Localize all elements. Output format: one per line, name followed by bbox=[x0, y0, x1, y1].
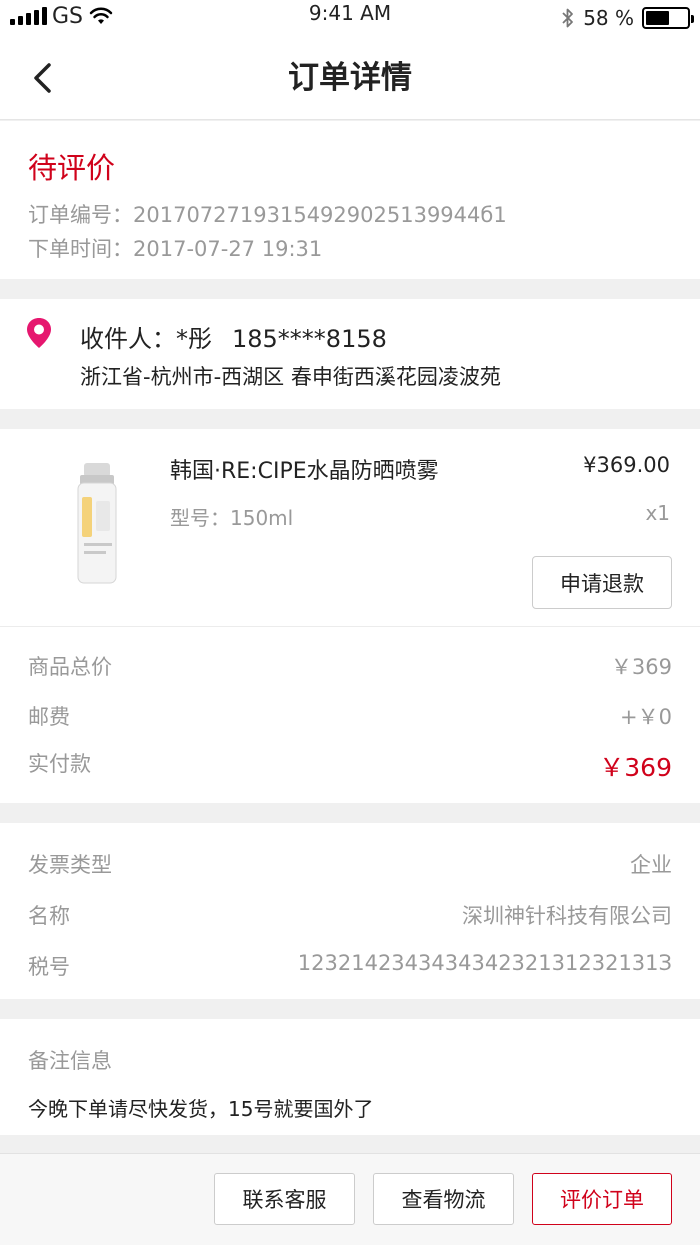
subtotal-label: 商品总价 bbox=[28, 655, 112, 679]
view-logistics-button[interactable]: 查看物流 bbox=[373, 1173, 514, 1225]
product-image[interactable] bbox=[62, 459, 132, 589]
remark-title: 备注信息 bbox=[28, 1049, 112, 1073]
shipping-label: 邮费 bbox=[28, 705, 70, 729]
order-time: 下单时间：2017-07-27 19:31 bbox=[28, 237, 323, 261]
shipping-value: +￥0 bbox=[620, 705, 672, 729]
status-bar: GS 9:41 AM 58 % bbox=[0, 0, 700, 40]
invoice-type-value: 企业 bbox=[630, 853, 672, 877]
invoice-type-label: 发票类型 bbox=[28, 853, 112, 877]
bottom-action-bar: 联系客服 查看物流 评价订单 bbox=[0, 1153, 700, 1245]
invoice-section: 发票类型 企业 名称 深圳神针科技有限公司 税号 123214234343434… bbox=[0, 823, 700, 999]
goods-section: 韩国·RE:CIPE水晶防晒喷雾 ¥369.00 型号：150ml x1 申请退… bbox=[0, 429, 700, 803]
location-pin-icon bbox=[27, 318, 51, 348]
invoice-name-label: 名称 bbox=[28, 904, 70, 928]
nav-bar: 订单详情 bbox=[0, 40, 700, 120]
product-price: ¥369.00 bbox=[583, 453, 670, 477]
order-number: 订单编号：20170727193154929025139944б1 bbox=[28, 203, 507, 227]
battery-icon bbox=[642, 7, 694, 29]
tax-id-value: 123214234343434232131232131З bbox=[297, 951, 672, 975]
order-status: 待评价 bbox=[28, 151, 116, 185]
subtotal-value: ￥369 bbox=[610, 655, 672, 679]
tax-id-label: 税号 bbox=[28, 955, 70, 979]
address-detail: 浙江省-杭州市-西湖区 春申街西溪花园凌波苑 bbox=[80, 365, 501, 389]
refund-button[interactable]: 申请退款 bbox=[532, 556, 672, 609]
product-name[interactable]: 韩国·RE:CIPE水晶防晒喷雾 bbox=[170, 453, 439, 485]
status-right: 58 % bbox=[561, 0, 694, 36]
remark-text: 今晚下单请尽快发货，15号就要国外了 bbox=[28, 1097, 374, 1121]
review-order-button[interactable]: 评价订单 bbox=[532, 1173, 672, 1225]
product-spec: 型号：150ml bbox=[170, 506, 294, 530]
invoice-name-value: 深圳神针科技有限公司 bbox=[462, 904, 672, 928]
recipient-line: 收件人：*彤 185****8158 bbox=[80, 319, 387, 354]
address-section[interactable]: 收件人：*彤 185****8158 浙江省-杭州市-西湖区 春申街西溪花园凌波苑 bbox=[0, 299, 700, 409]
paid-label: 实付款 bbox=[28, 752, 91, 776]
paid-value: ￥369 bbox=[599, 753, 672, 782]
battery-percent: 58 % bbox=[583, 6, 634, 30]
product-quantity: x1 bbox=[645, 501, 670, 525]
recipient-phone: 185****8158 bbox=[232, 325, 387, 353]
recipient-name: 收件人：*彤 bbox=[80, 325, 212, 353]
page-title: 订单详情 bbox=[288, 60, 412, 96]
battery-fill bbox=[646, 11, 669, 25]
order-status-section: 待评价 订单编号：20170727193154929025139944б1 下单… bbox=[0, 121, 700, 279]
contact-service-button[interactable]: 联系客服 bbox=[214, 1173, 355, 1225]
remark-section: 备注信息 今晚下单请尽快发货，15号就要国外了 bbox=[0, 1019, 700, 1135]
bluetooth-icon bbox=[562, 8, 574, 28]
divider bbox=[0, 626, 700, 627]
